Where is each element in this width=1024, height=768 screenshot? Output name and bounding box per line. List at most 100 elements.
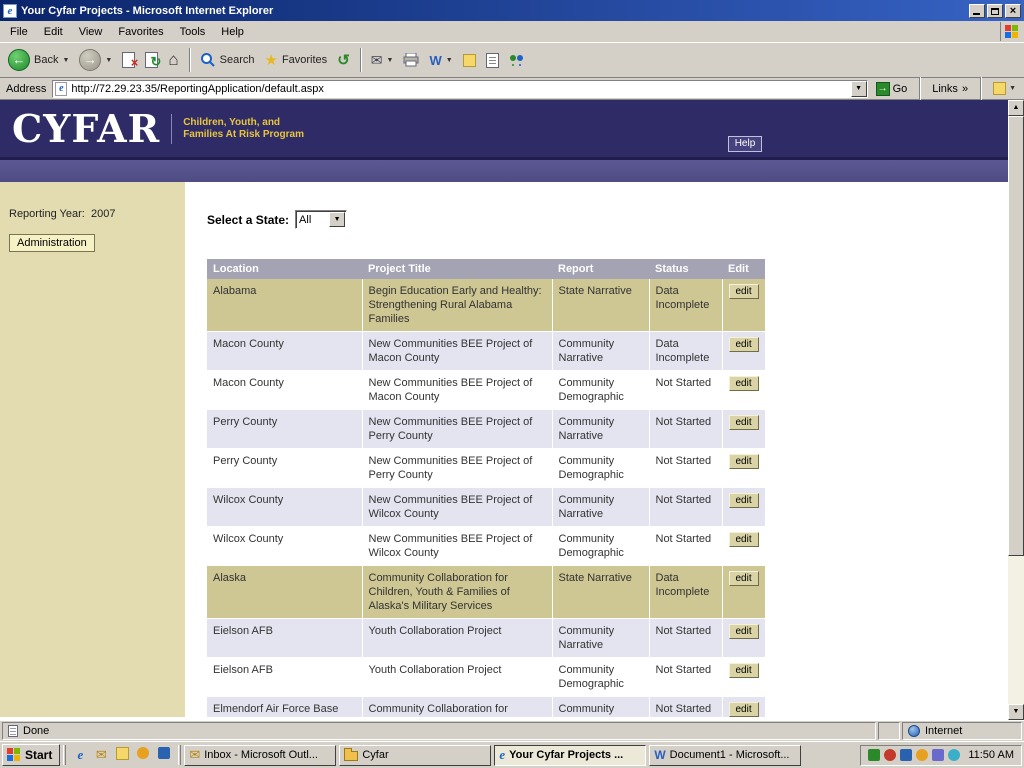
history-button[interactable]: ↺ [333,49,354,71]
forward-button[interactable]: → ▼ [75,47,116,73]
tray-alert-icon[interactable] [884,749,896,761]
scroll-up-icon[interactable]: ▲ [1008,100,1024,116]
edit-with-word-button[interactable]: W ▼ [425,51,456,70]
mail-dropdown-icon[interactable]: ▼ [387,57,394,64]
tray-network-icon[interactable] [900,749,912,761]
start-label: Start [25,748,52,762]
refresh-button[interactable]: ↻ [141,50,162,70]
search-button[interactable]: Search [196,50,259,70]
title-bar[interactable]: e Your Cyfar Projects - Microsoft Intern… [0,0,1024,21]
toolbar-extra-button[interactable]: ▼ [989,81,1020,96]
mail-button[interactable]: ✉ ▼ [367,50,398,71]
edit-button[interactable]: edit [729,663,759,678]
launch-outlook-icon[interactable]: ✉ [93,747,109,763]
logo-divider [171,114,172,144]
research-button[interactable] [459,52,480,69]
go-button[interactable]: → Go [872,81,912,97]
browser-window: e Your Cyfar Projects - Microsoft Intern… [0,0,1024,768]
menu-view[interactable]: View [71,23,111,41]
edit-button[interactable]: edit [729,284,759,299]
word-dropdown-icon[interactable]: ▼ [446,57,453,64]
menu-favorites[interactable]: Favorites [110,23,171,41]
edit-button[interactable]: edit [729,624,759,639]
help-button[interactable]: Help [728,136,762,152]
edit-button[interactable]: edit [729,454,759,469]
favorites-star-icon: ★ [264,51,277,69]
status-cell: Data Incomplete [649,566,722,619]
back-button[interactable]: ← Back ▼ [4,47,73,73]
location-cell: Alaska [207,566,362,619]
report-cell: Community Demographic [552,527,649,566]
table-row: Alaska Community Collaboration for Child… [207,566,765,619]
forward-dropdown-icon[interactable]: ▼ [105,57,112,64]
task-outlook[interactable]: ✉ Inbox - Microsoft Outl... [184,745,336,766]
address-separator [980,77,981,101]
edit-button[interactable]: edit [729,532,759,547]
internet-globe-icon [908,725,920,737]
edit-button[interactable]: edit [729,702,759,717]
menu-edit[interactable]: Edit [36,23,71,41]
minimize-button[interactable] [969,4,985,18]
edit-cell: edit [722,410,765,449]
project-title-cell: Youth Collaboration Project [362,658,552,697]
tray-volume-icon[interactable] [948,749,960,761]
state-select[interactable]: All ▼ [295,210,347,229]
task-cyfar-projects[interactable]: e Your Cyfar Projects ... [494,745,646,766]
edit-button[interactable]: edit [729,415,759,430]
toolbar-separator [189,48,190,72]
outlook-icon: ✉ [189,747,200,763]
header-project-title: Project Title [362,259,552,279]
project-title-cell: New Communities BEE Project of Macon Cou… [362,371,552,410]
location-cell: Perry County [207,449,362,488]
report-cell: Community Demographic [552,371,649,410]
tray-messenger-icon[interactable] [932,749,944,761]
extra-dropdown-icon[interactable]: ▼ [1009,85,1016,92]
chevron-down-icon[interactable]: ▼ [329,212,345,227]
word-icon: W [429,53,441,68]
close-button[interactable]: × [1005,4,1021,18]
toolbar-grip[interactable] [178,745,181,765]
menu-tools[interactable]: Tools [172,23,214,41]
project-title-cell: New Communities BEE Project of Wilcox Co… [362,488,552,527]
project-title-cell: New Communities BEE Project of Wilcox Co… [362,527,552,566]
scrollbar-thumb[interactable] [1008,116,1024,556]
scroll-down-icon[interactable]: ▼ [1008,704,1024,720]
task-cyfar-folder[interactable]: Cyfar [339,745,491,766]
menu-file[interactable]: File [2,23,36,41]
project-title-cell: Begin Education Early and Healthy: Stren… [362,279,552,332]
tray-shield-icon[interactable] [868,749,880,761]
edit-cell: edit [722,488,765,527]
maximize-button[interactable] [987,4,1003,18]
tray-update-icon[interactable] [916,749,928,761]
address-input[interactable]: e http://72.29.23.35/ReportingApplicatio… [52,80,867,98]
launch-media-icon[interactable] [135,747,151,763]
edit-button[interactable]: edit [729,337,759,352]
print-button[interactable] [399,51,423,69]
messenger-button[interactable] [505,51,528,69]
links-toolbar[interactable]: Links » [928,83,972,95]
stop-button[interactable]: × [118,50,139,70]
vertical-scrollbar[interactable]: ▲ ▼ [1008,100,1024,720]
launch-app-icon[interactable] [156,747,172,763]
ie-app-icon: e [3,4,17,18]
edit-button[interactable]: edit [729,376,759,391]
go-icon: → [876,82,890,96]
edit-button[interactable]: edit [729,493,759,508]
edit-button[interactable]: edit [729,571,759,586]
discuss-button[interactable] [482,51,503,70]
home-button[interactable]: ⌂ [164,48,182,72]
show-desktop-icon[interactable] [114,747,130,763]
favorites-button[interactable]: ★ Favorites [260,49,331,71]
table-row: Eielson AFB Youth Collaboration Project … [207,619,765,658]
toolbar-grip[interactable] [63,745,66,765]
address-dropdown-button[interactable]: ▼ [851,81,867,97]
table-row: Perry County New Communities BEE Project… [207,410,765,449]
report-cell: State Narrative [552,566,649,619]
administration-button[interactable]: Administration [9,234,95,252]
task-word-document[interactable]: W Document1 - Microsoft... [649,745,801,766]
launch-ie-icon[interactable]: e [72,747,88,763]
start-button[interactable]: Start [2,744,60,766]
back-dropdown-icon[interactable]: ▼ [62,57,69,64]
links-chevron-icon[interactable]: » [962,83,968,95]
menu-help[interactable]: Help [213,23,252,41]
